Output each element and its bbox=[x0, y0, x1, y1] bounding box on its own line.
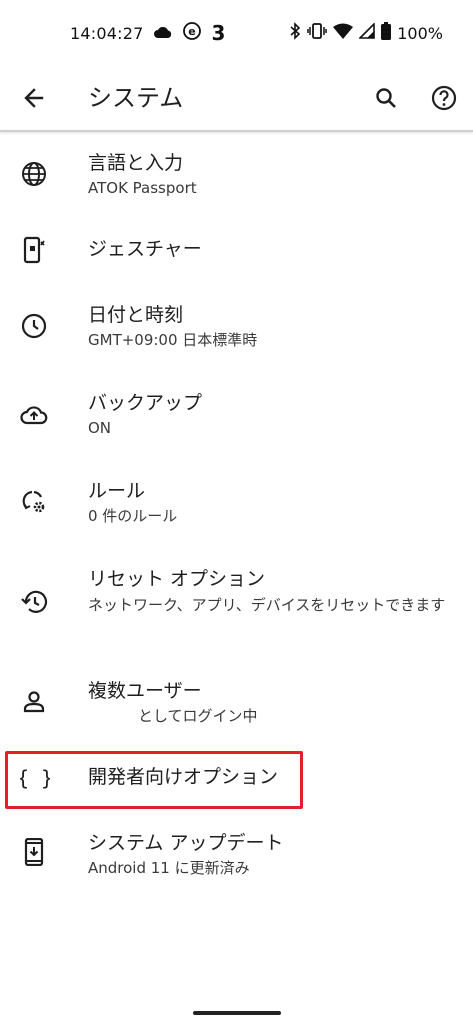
status-time: 14:04:27 bbox=[70, 23, 144, 43]
rules-icon bbox=[20, 488, 48, 516]
app-bar: システム bbox=[0, 66, 473, 130]
settings-item-label: バックアップ bbox=[88, 392, 203, 414]
settings-item-reset-options[interactable]: リセット オプション ネットワーク、アプリ、デバイスをリセットできます bbox=[0, 562, 473, 672]
settings-item-rules[interactable]: ルール 0 件のルール bbox=[0, 474, 473, 558]
system-update-icon bbox=[20, 838, 48, 866]
settings-item-summary: ネットワーク、アプリ、デバイスをリセットできます bbox=[88, 596, 446, 614]
page-title: システム bbox=[88, 84, 184, 112]
settings-item-label: 言語と入力 bbox=[88, 152, 184, 174]
settings-item-label: ルール bbox=[88, 480, 146, 502]
search-button[interactable] bbox=[370, 82, 402, 114]
gesture-nav-handle[interactable] bbox=[193, 1011, 281, 1015]
vibrate-icon bbox=[307, 23, 327, 43]
app-bar-divider bbox=[0, 130, 473, 132]
back-button[interactable] bbox=[18, 82, 50, 114]
settings-item-system-update[interactable]: システム アップデート Android 11 に更新済み bbox=[0, 826, 473, 910]
settings-item-summary: ATOK Passport bbox=[88, 179, 197, 197]
settings-item-date-time[interactable]: 日付と時刻 GMT+09:00 日本標準時 bbox=[0, 298, 473, 382]
settings-item-summary: としてログイン中 bbox=[138, 707, 258, 725]
settings-item-summary: ON bbox=[88, 419, 112, 437]
arrow-back-icon bbox=[24, 88, 44, 108]
settings-item-gestures[interactable]: ジェスチャー bbox=[0, 230, 473, 292]
settings-item-language-input[interactable]: 言語と入力 ATOK Passport bbox=[0, 146, 473, 230]
settings-item-label: リセット オプション bbox=[88, 568, 266, 590]
bluetooth-icon bbox=[289, 22, 301, 44]
status-right: 100% bbox=[289, 22, 443, 44]
settings-item-label: 複数ユーザー bbox=[88, 680, 202, 702]
svg-text:e: e bbox=[189, 25, 196, 38]
person-icon bbox=[20, 688, 48, 716]
status-left: 14:04:27 e 3 bbox=[70, 21, 226, 45]
carrier-mark: 3 bbox=[211, 21, 226, 45]
settings-item-summary: 0 件のルール bbox=[88, 507, 178, 525]
settings-item-backup[interactable]: バックアップ ON bbox=[0, 386, 473, 470]
help-icon bbox=[431, 85, 457, 111]
signal-icon bbox=[358, 22, 376, 43]
search-icon bbox=[376, 88, 396, 108]
wifi-icon bbox=[333, 23, 354, 43]
battery-icon bbox=[381, 22, 392, 44]
e-badge-icon: e bbox=[183, 22, 202, 44]
settings-item-summary: Android 11 に更新済み bbox=[88, 859, 250, 877]
cloud-upload-icon bbox=[20, 400, 48, 428]
settings-item-label: システム アップデート bbox=[88, 832, 284, 854]
settings-item-summary: GMT+09:00 日本標準時 bbox=[88, 331, 258, 349]
history-icon bbox=[20, 588, 48, 616]
settings-item-multiple-users[interactable]: 複数ユーザー としてログイン中 bbox=[0, 676, 473, 750]
clock-icon bbox=[20, 312, 48, 340]
battery-level: 100% bbox=[397, 23, 443, 43]
status-bar: 14:04:27 e 3 100% bbox=[0, 0, 473, 66]
globe-icon bbox=[20, 160, 48, 188]
highlight-annotation bbox=[5, 751, 303, 809]
help-button[interactable] bbox=[428, 82, 460, 114]
cloud-icon bbox=[153, 24, 173, 43]
settings-item-label: 日付と時刻 bbox=[88, 304, 184, 326]
settings-item-label: ジェスチャー bbox=[88, 238, 202, 260]
gesture-phone-icon bbox=[20, 236, 48, 264]
